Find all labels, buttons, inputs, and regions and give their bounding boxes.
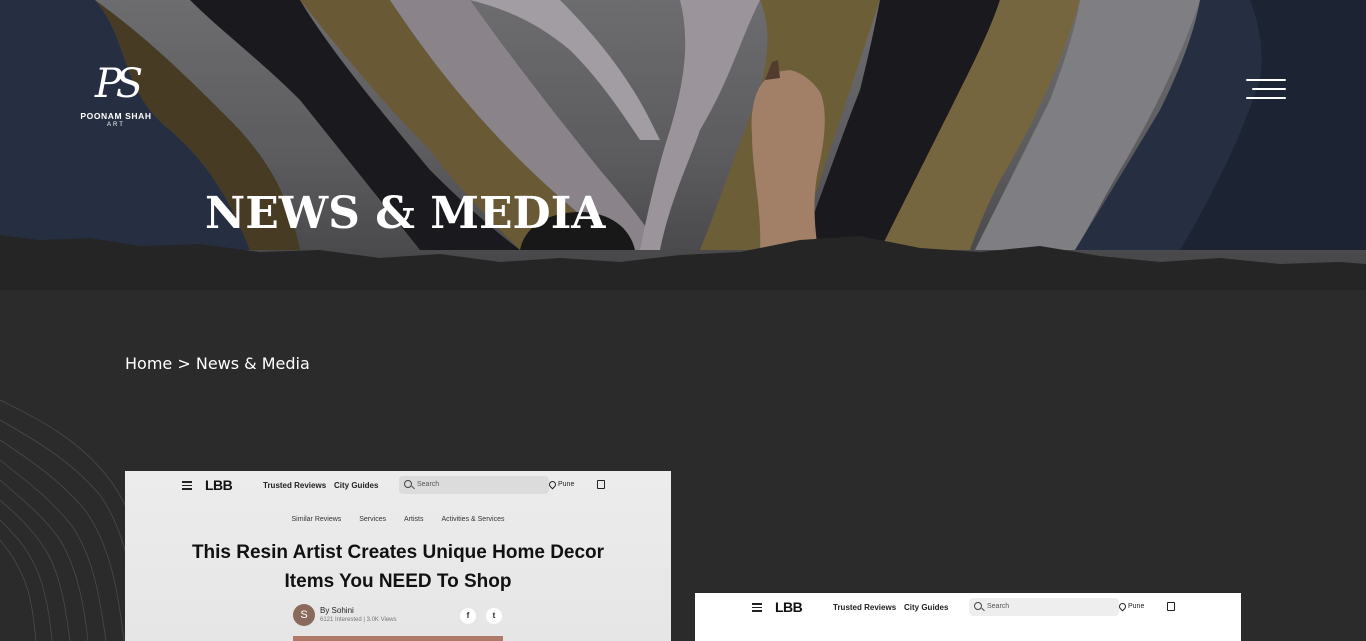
lbb-location: Pune [1117, 601, 1145, 612]
breadcrumb-current: News & Media [195, 354, 310, 373]
lbb-menu-icon [752, 603, 762, 614]
site-logo[interactable]: PS POONAM SHAH ART [78, 56, 154, 134]
article-headline: This Resin Artist Creates Unique Home De… [191, 542, 605, 592]
breadcrumb: Home > News & Media [125, 354, 310, 373]
lbb-location: Pune [547, 479, 575, 490]
news-article-card[interactable]: LBB Trusted Reviews City Guides Search P… [125, 471, 671, 641]
lbb-search-placeholder: Search [987, 603, 1010, 610]
lbb-nav-trusted-reviews: Trusted Reviews [833, 603, 897, 612]
lbb-location-label: Pune [558, 481, 575, 488]
lbb-search: Search [969, 598, 1119, 616]
hero-banner: PS POONAM SHAH ART NEWS & MEDIA [0, 0, 1366, 290]
article-tag: Services [359, 516, 387, 523]
lbb-search: Search [399, 476, 549, 494]
twitter-icon: t [486, 608, 502, 624]
menu-line-top [1246, 79, 1286, 81]
hero-overlay [0, 0, 1366, 290]
shopping-bag-icon [1167, 602, 1175, 611]
lbb-brand: LBB [775, 599, 803, 615]
article-image [293, 636, 503, 641]
menu-line-middle [1252, 88, 1286, 90]
article-screenshot-nav: LBB Trusted Reviews City Guides Search P… [695, 593, 1241, 623]
article-tag: Activities & Services [441, 516, 505, 523]
article-tag: Artists [404, 516, 424, 523]
lbb-nav-trusted-reviews: Trusted Reviews [263, 481, 327, 490]
breadcrumb-home-link[interactable]: Home [125, 354, 172, 373]
news-article-card[interactable]: LBB Trusted Reviews City Guides Search P… [695, 593, 1241, 641]
hamburger-menu-icon[interactable] [1244, 78, 1288, 102]
lbb-menu-icon [182, 481, 192, 492]
logo-name: POONAM SHAH [80, 111, 152, 121]
breadcrumb-separator: > [177, 354, 191, 373]
logo-subtitle: ART [107, 122, 125, 128]
location-pin-icon [547, 479, 558, 490]
lbb-brand: LBB [205, 477, 233, 493]
article-meta: 6121 Interested | 3.0K Views [320, 617, 397, 623]
article-screenshot-nav: LBB Trusted Reviews City Guides Search P… [125, 471, 671, 501]
author-avatar: S [293, 604, 315, 626]
search-icon [404, 480, 412, 488]
facebook-icon: f [460, 608, 476, 624]
shopping-bag-icon [597, 480, 605, 489]
lbb-location-label: Pune [1128, 603, 1145, 610]
search-icon [974, 602, 982, 610]
page-title: NEWS & MEDIA [205, 188, 606, 239]
lbb-nav-city-guides: City Guides [904, 603, 949, 612]
menu-line-bottom [1246, 97, 1286, 99]
location-pin-icon [1117, 601, 1128, 612]
logo-monogram: PS [94, 61, 143, 107]
article-tags: Similar Reviews Services Artists Activit… [125, 516, 671, 523]
lbb-nav-city-guides: City Guides [334, 481, 379, 490]
author-name: By Sohini [320, 606, 354, 615]
article-tag: Similar Reviews [291, 516, 342, 523]
lbb-search-placeholder: Search [417, 481, 440, 488]
